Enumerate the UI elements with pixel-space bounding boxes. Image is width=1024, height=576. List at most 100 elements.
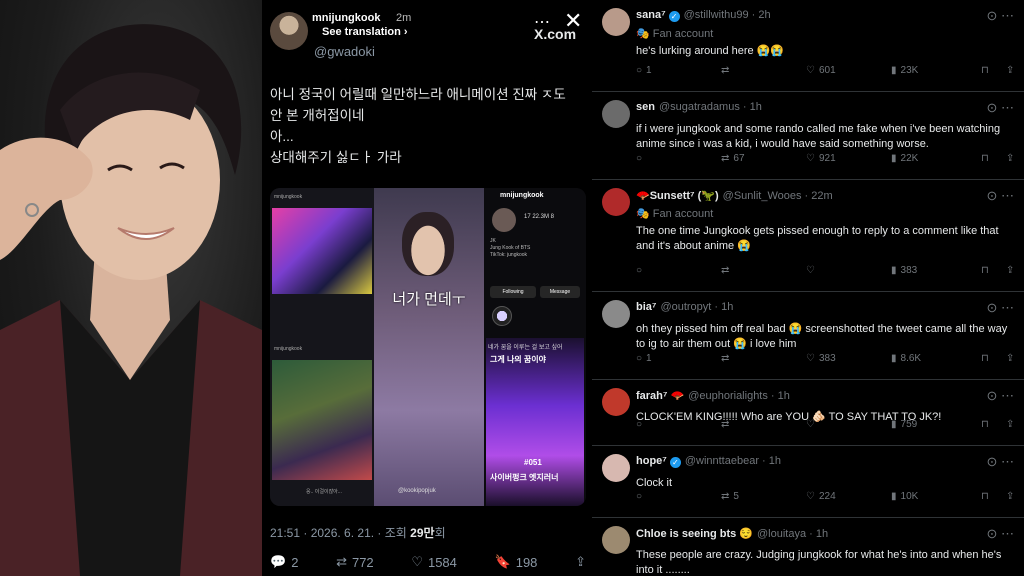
reply-header: hope⁷ ✓ @winnttaebear · 1h bbox=[636, 455, 781, 468]
more-icon[interactable]: ⊙ ⋯ bbox=[986, 388, 1014, 404]
reply-row[interactable]: sen @sugatradamus · 1h ⊙ ⋯ if i were jungko… bbox=[592, 92, 1024, 180]
bookmark-button[interactable]: ⊓ bbox=[981, 153, 989, 164]
display-name[interactable]: Chloe is seeing bts 😌 bbox=[636, 528, 753, 540]
avatar[interactable] bbox=[602, 454, 630, 482]
share-icon: ⇪ bbox=[1006, 64, 1015, 76]
reply-button[interactable]: ○ 1 bbox=[636, 353, 652, 364]
repost-button[interactable]: ⇄ bbox=[721, 65, 733, 76]
reply-header: sen @sugatradamus · 1h bbox=[636, 101, 762, 113]
like-button[interactable]: ♡ 1584 bbox=[411, 554, 457, 570]
bookmark-button[interactable]: ⊓ bbox=[981, 353, 989, 364]
repost-button[interactable]: ⇄ 772 bbox=[336, 554, 374, 570]
collage-right-profile: mnijungkook 17 22.3M 8 JK Jung Kook of B… bbox=[484, 188, 586, 506]
repost-button[interactable]: ⇄ bbox=[721, 265, 733, 276]
reply-row[interactable]: farah⁷ 🪭 @euphorialights · 1h ⊙ ⋯ CLOCK'EM … bbox=[592, 380, 1024, 446]
like-button[interactable]: ♡ bbox=[806, 265, 819, 276]
bookmark-button[interactable]: 🔖 198 bbox=[495, 554, 538, 570]
share-icon: ⇪ bbox=[1006, 490, 1015, 502]
share-button[interactable]: ⇪ bbox=[1006, 491, 1014, 502]
views-button[interactable]: ▮ 22K bbox=[891, 153, 918, 164]
bookmark-button[interactable]: ⊓ bbox=[981, 265, 989, 276]
ig-username[interactable]: mnijungkook bbox=[312, 12, 380, 24]
post-text-line: 아... bbox=[270, 129, 294, 144]
reply-row[interactable]: sana⁷ ✓ @stillwithu99 · 2h ⊙ ⋯ 🎭 Fan account… bbox=[592, 0, 1024, 92]
reply-row[interactable]: Chloe is seeing bts 😌 @louitaya · 1h ⊙ ⋯ Th… bbox=[592, 518, 1024, 576]
share-button[interactable]: ⇪ bbox=[575, 554, 586, 570]
display-name[interactable]: hope⁷ bbox=[636, 455, 667, 467]
overlay-text: 너가 먼데ㅜ bbox=[392, 291, 466, 308]
views-button[interactable]: ▮ 383 bbox=[891, 265, 917, 276]
share-button[interactable]: ⇪ bbox=[1006, 353, 1014, 364]
views-button[interactable]: ▮ 8.6K bbox=[891, 353, 921, 364]
display-name[interactable]: bia⁷ bbox=[636, 301, 656, 313]
views-button[interactable]: ▮ 10K bbox=[891, 491, 918, 502]
avatar[interactable] bbox=[602, 188, 630, 216]
reply-button[interactable]: ○ 1 bbox=[636, 65, 652, 76]
reply-row[interactable]: hope⁷ ✓ @winnttaebear · 1h ⊙ ⋯ Clock it ○ ⇄ 5 ♡ 2… bbox=[592, 446, 1024, 518]
display-name[interactable]: sana⁷ bbox=[636, 9, 666, 21]
reply-row[interactable]: 🪭Sunsett⁷ (🦖) @Sunlit_Wooes · 22m ⊙ ⋯ 🎭 Fan… bbox=[592, 180, 1024, 292]
more-icon[interactable]: ⊙ ⋯ bbox=[986, 454, 1014, 470]
reply-button[interactable]: ○ bbox=[636, 153, 646, 164]
heart-icon: ♡ bbox=[806, 418, 815, 430]
repost-button[interactable]: ⇄ 67 bbox=[721, 153, 745, 164]
avatar[interactable] bbox=[602, 388, 630, 416]
see-translation-link[interactable]: See translation › bbox=[322, 26, 408, 38]
more-icon[interactable]: ⊙ ⋯ bbox=[986, 8, 1014, 24]
avatar[interactable] bbox=[602, 300, 630, 328]
avatar[interactable] bbox=[602, 100, 630, 128]
post-text-line: 안 본 개허접이네 bbox=[270, 108, 365, 123]
bookmark-icon: ⊓ bbox=[981, 352, 989, 364]
like-button[interactable]: ♡ 921 bbox=[806, 153, 836, 164]
mask-icon: 🎭 bbox=[636, 208, 650, 220]
repost-icon: ⇄ bbox=[721, 64, 730, 76]
views-button[interactable]: ▮ 759 bbox=[891, 419, 917, 430]
reply-button[interactable]: 💬 2 bbox=[270, 554, 298, 570]
like-button[interactable]: ♡ 383 bbox=[806, 353, 836, 364]
comment-icon: ○ bbox=[636, 152, 643, 164]
handle-and-time: @euphorialights · 1h bbox=[688, 390, 790, 402]
share-button[interactable]: ⇪ bbox=[1006, 153, 1014, 164]
bookmark-icon: ⊓ bbox=[981, 418, 989, 430]
share-button[interactable]: ⇪ bbox=[1006, 265, 1014, 276]
display-name[interactable]: sen bbox=[636, 101, 655, 113]
views-icon: ▮ bbox=[891, 64, 897, 76]
avatar[interactable] bbox=[602, 8, 630, 36]
avatar[interactable] bbox=[602, 526, 630, 554]
repost-count: 5 bbox=[733, 490, 739, 502]
more-icon[interactable]: ⊙ ⋯ bbox=[986, 300, 1014, 316]
reply-row[interactable]: bia⁷ @outropyt · 1h ⊙ ⋯ oh they pissed him … bbox=[592, 292, 1024, 380]
more-icon[interactable]: ⊙ ⋯ bbox=[986, 188, 1014, 204]
photo-panel bbox=[0, 0, 262, 576]
like-button[interactable]: ♡ 224 bbox=[806, 491, 836, 502]
share-button[interactable]: ⇪ bbox=[1006, 419, 1014, 430]
like-button[interactable]: ♡ 601 bbox=[806, 65, 836, 76]
display-name[interactable]: farah⁷ 🪭 bbox=[636, 390, 684, 402]
reply-button[interactable]: ○ bbox=[636, 491, 646, 502]
like-count: 601 bbox=[818, 64, 836, 76]
repost-button[interactable]: ⇄ 5 bbox=[721, 491, 739, 502]
more-icon[interactable]: ⊙ ⋯ bbox=[986, 526, 1014, 542]
repost-button[interactable]: ⇄ bbox=[721, 419, 733, 430]
repost-icon: ⇄ bbox=[721, 152, 730, 164]
reply-button[interactable]: ○ bbox=[636, 419, 646, 430]
bookmark-button[interactable]: ⊓ bbox=[981, 419, 989, 430]
repost-button[interactable]: ⇄ bbox=[721, 353, 733, 364]
display-name[interactable]: 🪭Sunsett⁷ (🦖) bbox=[636, 190, 719, 202]
image-collage[interactable]: mnijungkook mnijungkook 응.. 이걸이잖아... 너가 … bbox=[270, 188, 586, 506]
anime-image bbox=[272, 208, 372, 294]
share-button[interactable]: ⇪ bbox=[1006, 65, 1014, 76]
like-button[interactable]: ♡ bbox=[806, 419, 819, 430]
more-icon[interactable]: ⊙ ⋯ bbox=[986, 100, 1014, 116]
author-handle[interactable]: @gwadoki bbox=[314, 44, 375, 59]
bookmark-button[interactable]: ⊓ bbox=[981, 65, 989, 76]
views-button[interactable]: ▮ 23K bbox=[891, 65, 918, 76]
views-icon: ▮ bbox=[891, 264, 897, 276]
message-button: Message bbox=[540, 286, 580, 298]
mask-icon: 🎭 bbox=[636, 28, 650, 40]
bookmark-button[interactable]: ⊓ bbox=[981, 491, 989, 502]
bookmark-icon: ⊓ bbox=[981, 264, 989, 276]
avatar[interactable] bbox=[270, 12, 308, 50]
reply-button[interactable]: ○ bbox=[636, 265, 646, 276]
share-icon: ⇪ bbox=[575, 554, 586, 569]
